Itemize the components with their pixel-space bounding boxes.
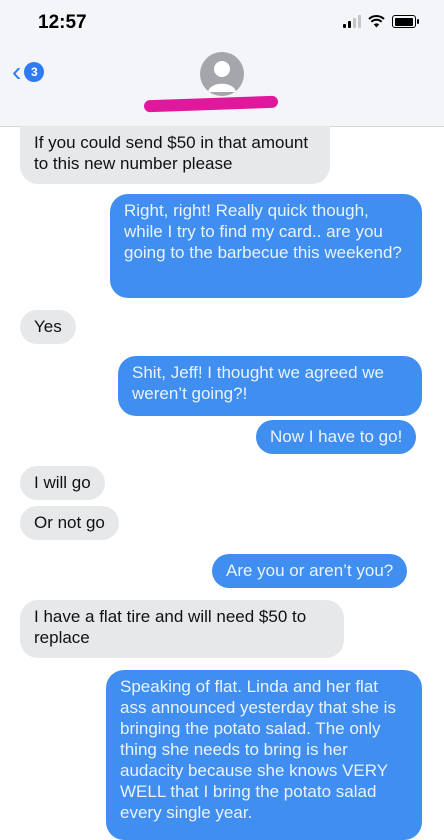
unread-count-badge: 3 [24,62,45,82]
message-bubble-incoming[interactable]: If you could send $50 in that amount to … [20,126,330,184]
message-bubble-outgoing[interactable]: Speaking of flat. Linda and her flat ass… [106,670,422,840]
message-bubble-incoming[interactable]: Yes [20,310,76,344]
status-bar: 12:57 [0,0,444,44]
status-time: 12:57 [38,12,87,33]
message-thread[interactable]: If you could send $50 in that amount to … [0,126,444,840]
redaction-scribble [143,95,279,113]
back-button[interactable]: ‹ 3 [12,56,45,87]
avatar-icon[interactable] [200,52,244,96]
conversation-header: ‹ 3 2018 [0,44,444,127]
message-bubble-incoming[interactable]: I will go [20,466,105,500]
message-bubble-outgoing[interactable]: Shit, Jeff! I thought we agreed we weren… [118,356,422,416]
message-bubble-outgoing[interactable]: Right, right! Really quick though, while… [110,194,422,298]
message-bubble-outgoing[interactable]: Are you or aren’t you? [212,554,408,588]
status-icons [343,15,419,28]
battery-icon [392,15,419,28]
message-bubble-outgoing[interactable]: Now I have to go! [256,420,417,454]
cellular-signal-icon [343,15,361,28]
message-bubble-incoming[interactable]: Or not go [20,506,119,540]
wifi-icon [368,15,385,28]
message-bubble-incoming[interactable]: I have a flat tire and will need $50 to … [20,600,344,658]
back-chevron-icon: ‹ [12,56,22,87]
